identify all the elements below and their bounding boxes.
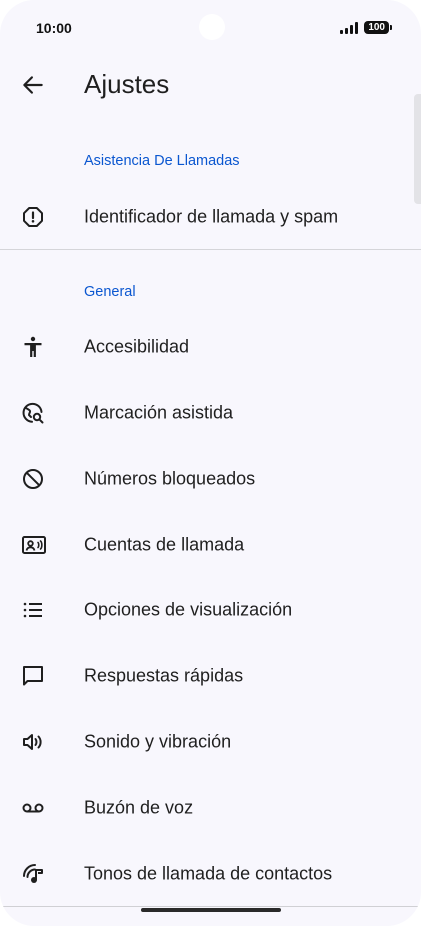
arrow-back-icon <box>23 76 43 94</box>
setting-label: Respuestas rápidas <box>84 665 244 686</box>
status-icons: 100 <box>340 21 392 34</box>
setting-label: Números bloqueados <box>84 468 256 489</box>
setting-contact-ringtones[interactable]: Tonos de llamada de contactos <box>0 845 421 903</box>
alert-octagon-icon <box>21 205 45 229</box>
setting-label: Sonido y vibración <box>84 731 232 752</box>
status-time: 10:00 <box>36 20 72 36</box>
setting-voicemail[interactable]: Buzón de voz <box>0 779 421 837</box>
battery-icon: 100 <box>364 21 392 34</box>
ringtone-icon <box>21 862 45 886</box>
setting-label: Buzón de voz <box>84 797 194 818</box>
setting-display-options[interactable]: Opciones de visualización <box>0 581 421 639</box>
bottom-divider <box>0 906 421 907</box>
setting-label: Cuentas de llamada <box>84 534 245 555</box>
setting-sound-vibration[interactable]: Sonido y vibración <box>0 713 421 771</box>
signal-icon <box>340 21 359 34</box>
home-indicator[interactable] <box>141 908 281 912</box>
contact-card-icon <box>21 533 46 557</box>
setting-accessibility[interactable]: Accesibilidad <box>0 318 421 376</box>
setting-label: Opciones de visualización <box>84 599 293 620</box>
status-bar: 10:00 100 <box>0 0 421 56</box>
app-bar: Ajustes <box>0 58 421 110</box>
setting-label: Tonos de llamada de contactos <box>84 863 333 884</box>
voicemail-icon <box>21 796 45 820</box>
accessibility-icon <box>21 335 45 359</box>
page-title: Ajustes <box>84 69 170 99</box>
back-button[interactable] <box>20 72 46 98</box>
setting-label: Identificador de llamada y spam <box>84 206 339 227</box>
volume-icon <box>21 730 45 754</box>
list-icon <box>21 598 45 622</box>
setting-quick-responses[interactable]: Respuestas rápidas <box>0 647 421 705</box>
phone-screen: 10:00 100 Ajustes Asistencia De Llamadas <box>0 0 421 926</box>
setting-blocked-numbers[interactable]: Números bloqueados <box>0 450 421 508</box>
section-header-call-assist: Asistencia De Llamadas <box>84 153 240 169</box>
setting-label: Accesibilidad <box>84 336 190 357</box>
block-icon <box>21 467 45 491</box>
camera-cutout <box>199 14 225 40</box>
section-header-general: General <box>84 284 136 300</box>
setting-label: Marcación asistida <box>84 402 234 423</box>
chat-bubble-icon <box>21 664 45 688</box>
setting-caller-id-spam[interactable]: Identificador de llamada y spam <box>0 188 421 246</box>
globe-search-icon <box>21 401 45 425</box>
section-divider <box>0 249 421 250</box>
setting-assisted-dialing[interactable]: Marcación asistida <box>0 384 421 442</box>
setting-calling-accounts[interactable]: Cuentas de llamada <box>0 516 421 574</box>
